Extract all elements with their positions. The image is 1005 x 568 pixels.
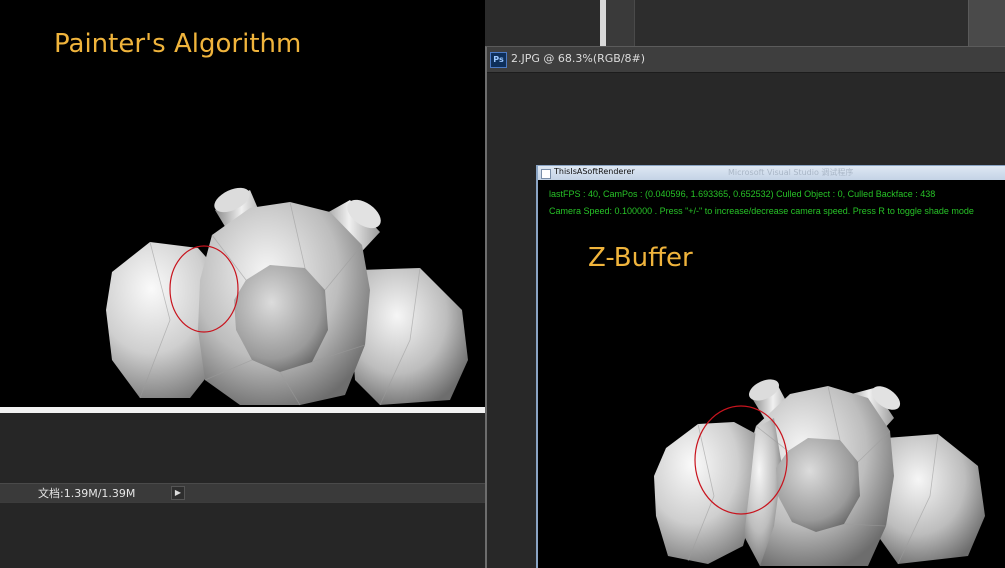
zbuffer-model-render [654,379,985,566]
background-panel [634,0,969,46]
document-status-bar: 文档:1.39M/1.39M ▶ [0,483,485,503]
painters-model-render [106,187,468,406]
document-size-text: 文档:1.39M/1.39M [38,487,136,500]
document-title: 2.JPG @ 68.3%(RGB/8#) [511,52,646,65]
triangle-right-icon[interactable]: ▶ [171,486,185,500]
painters-render-view [0,0,485,408]
bottom-panel [0,502,485,568]
painters-algorithm-label: Painter's Algorithm [54,29,302,59]
background-panel [606,0,634,46]
zbuffer-label: Z-Buffer [588,243,693,273]
photoshop-icon: Ps [490,52,507,68]
document-titlebar[interactable]: Ps 2.JPG @ 68.3%(RGB/8#) [487,47,1005,73]
background-panel [968,0,1005,46]
soft-renderer-window: ThisIsASoftRenderer Microsoft Visual Stu… [536,165,1005,568]
